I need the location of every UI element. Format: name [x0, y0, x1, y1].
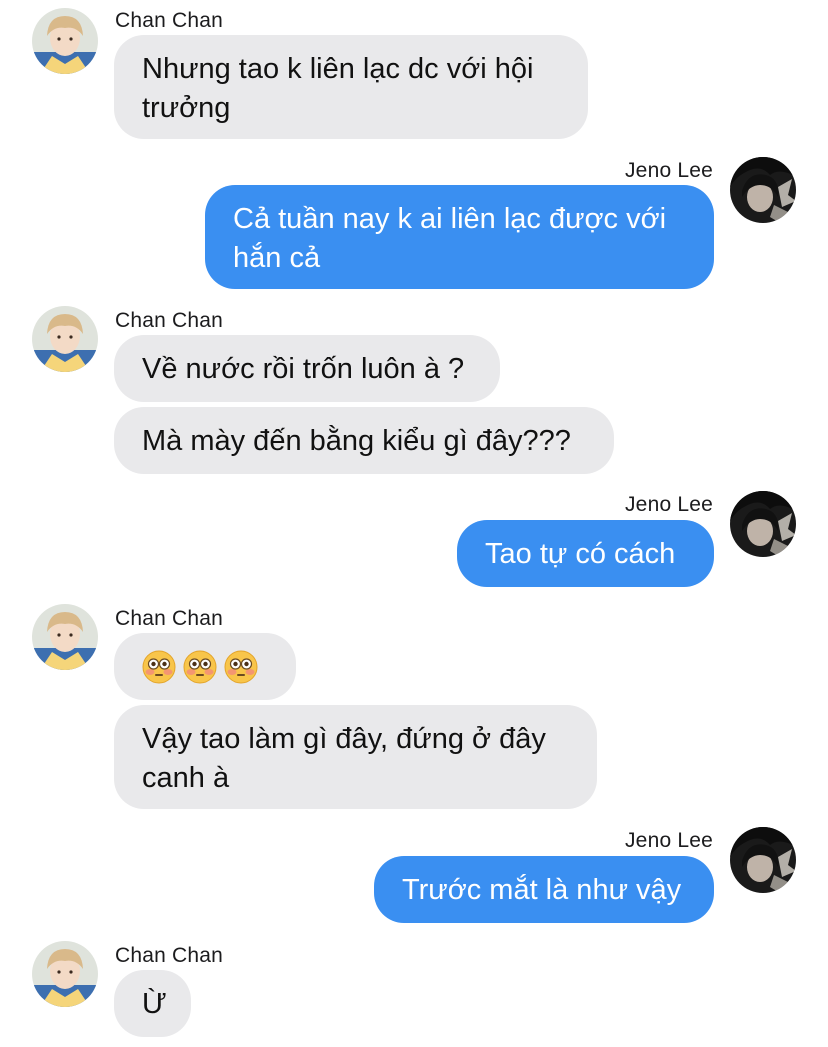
avatar-jeno-lee[interactable] — [730, 157, 796, 223]
avatar-chan-chan[interactable] — [32, 306, 98, 372]
message-text-line: Ừ — [142, 988, 167, 1020]
message-text-line: Tao tự có cách — [485, 538, 676, 570]
message-bubble-incoming[interactable]: Ừ — [114, 970, 191, 1037]
message-text-line: Trước mắt là như vậy — [402, 874, 682, 906]
sender-name: Chan Chan — [115, 9, 224, 32]
jeno-lee-avatar-icon — [730, 157, 796, 223]
avatar-chan-chan[interactable] — [32, 8, 98, 74]
flushed-face-icon — [183, 650, 217, 684]
message-bubble-outgoing[interactable]: Trước mắt là như vậy — [374, 856, 714, 923]
flushed-face-icon — [142, 650, 176, 684]
message-text-line: Nhưng tao k liên lạc dc với hội — [142, 53, 534, 85]
sender-name: Jeno Lee — [624, 493, 713, 516]
message-bubble-incoming-emoji[interactable] — [114, 633, 296, 700]
message-text-line: canh à — [142, 762, 230, 794]
message-bubble-incoming[interactable]: Về nước rồi trốn luôn à ? — [114, 335, 500, 402]
sender-name: Chan Chan — [115, 944, 224, 967]
message-bubble-incoming[interactable]: Vậy tao làm gì đây, đứng ở đây canh à — [114, 705, 597, 809]
sender-name: Jeno Lee — [624, 829, 713, 852]
message-bubble-incoming[interactable]: Mà mày đến bằng kiểu gì đây??? — [114, 407, 614, 474]
message-text-line: Về nước rồi trốn luôn à ? — [142, 353, 465, 385]
sender-name: Chan Chan — [115, 607, 224, 630]
sender-name: Chan Chan — [115, 309, 224, 332]
message-bubble-incoming[interactable]: Nhưng tao k liên lạc dc với hội trưởng — [114, 35, 588, 139]
chan-chan-avatar-icon — [32, 941, 98, 1007]
message-text-line: trưởng — [142, 92, 231, 124]
avatar-jeno-lee[interactable] — [730, 827, 796, 893]
message-text-line: Mà mày đến bằng kiểu gì đây??? — [142, 425, 571, 457]
jeno-lee-avatar-icon — [730, 491, 796, 557]
avatar-chan-chan[interactable] — [32, 604, 98, 670]
message-text-line: hắn cả — [233, 242, 321, 274]
sender-name: Jeno Lee — [624, 159, 713, 182]
message-bubble-outgoing[interactable]: Tao tự có cách — [457, 520, 714, 587]
message-text-line: Cả tuần nay k ai liên lạc được với — [233, 203, 667, 235]
avatar-jeno-lee[interactable] — [730, 491, 796, 557]
chan-chan-avatar-icon — [32, 8, 98, 74]
chan-chan-avatar-icon — [32, 306, 98, 372]
avatar-chan-chan[interactable] — [32, 941, 98, 1007]
message-text-line: Vậy tao làm gì đây, đứng ở đây — [142, 723, 546, 755]
flushed-face-icon — [224, 650, 258, 684]
chan-chan-avatar-icon — [32, 604, 98, 670]
jeno-lee-avatar-icon — [730, 827, 796, 893]
message-bubble-outgoing[interactable]: Cả tuần nay k ai liên lạc được với hắn c… — [205, 185, 714, 289]
